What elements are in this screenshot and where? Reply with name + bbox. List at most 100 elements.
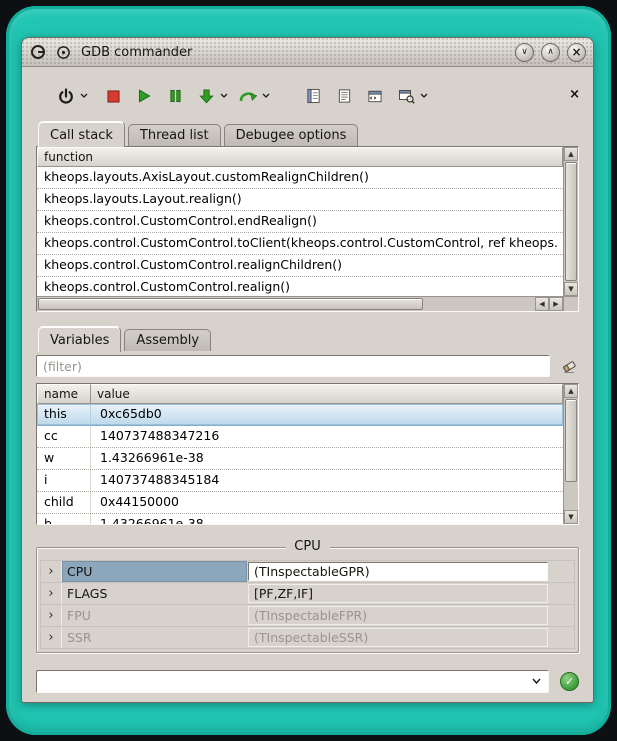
shade-button[interactable]: ∨ <box>515 43 534 62</box>
stop-icon <box>107 90 120 103</box>
listing-button[interactable] <box>332 84 356 108</box>
variable-name: i <box>37 470 91 491</box>
source-window-button[interactable] <box>363 84 387 108</box>
scroll-track[interactable] <box>37 297 535 311</box>
scroll-up-icon[interactable]: ▲ <box>564 384 578 398</box>
expander-icon[interactable]: › <box>41 584 61 603</box>
dock-close-button[interactable]: × <box>569 88 580 101</box>
tab-variables[interactable]: Variables <box>38 326 121 352</box>
call-stack-row[interactable]: kheops.control.CustomControl.endRealign(… <box>37 211 563 233</box>
filter-input[interactable] <box>36 355 550 377</box>
command-row: ✓ <box>36 670 579 693</box>
cpu-register-group[interactable]: FPU <box>61 605 247 626</box>
cpu-gutter <box>548 561 574 582</box>
expander-icon[interactable]: › <box>41 628 61 647</box>
cpu-gutter <box>548 627 574 648</box>
cpu-row[interactable]: › CPU <box>41 561 574 582</box>
tab-thread-list[interactable]: Thread list <box>128 124 221 146</box>
value-column-header[interactable]: value <box>91 384 563 404</box>
close-button[interactable]: × <box>567 43 586 62</box>
cpu-row[interactable]: › FLAGS [PF,ZF,IF] <box>41 583 574 604</box>
scroll-up-icon[interactable]: ▲ <box>564 147 578 161</box>
variable-name: this <box>37 404 91 425</box>
scroll-thumb[interactable] <box>565 162 577 281</box>
cpu-register-group[interactable]: SSR <box>61 627 247 648</box>
step-into-button[interactable] <box>194 84 229 108</box>
call-stack-horizontal-scrollbar[interactable]: ◀ ▶ <box>37 296 563 311</box>
variable-row[interactable]: w 1.43266961e-38 <box>37 448 563 470</box>
green-down-arrow-icon <box>194 84 218 108</box>
variable-row[interactable]: cc 140737488347216 <box>37 426 563 448</box>
variable-value: 0x44150000 <box>91 492 563 513</box>
scroll-track[interactable] <box>564 161 578 282</box>
pause-button[interactable] <box>163 84 187 108</box>
play-icon <box>137 89 151 103</box>
variable-name: w <box>37 448 91 469</box>
variable-name: b <box>37 514 91 524</box>
variable-value: 140737488347216 <box>91 426 563 447</box>
gdb-command-input[interactable] <box>37 671 524 692</box>
variable-value: 1.43266961e-38 <box>91 514 563 524</box>
cpu-value-cell: (TInspectableFPR) <box>248 606 548 625</box>
variable-row[interactable]: child 0x44150000 <box>37 492 563 514</box>
gdb-commander-window: GDB commander ∨ ∧ × × <box>21 37 594 703</box>
titlebar[interactable]: GDB commander ∨ ∧ × <box>22 38 593 67</box>
call-stack-row[interactable]: kheops.control.CustomControl.realign() <box>37 277 563 296</box>
window-code-icon <box>367 89 383 104</box>
debug-toolbar <box>36 83 579 109</box>
cpu-row[interactable]: › FPU (TInspectableFPR) <box>41 605 574 626</box>
gdb-command-combobox[interactable] <box>36 670 549 693</box>
inspect-window-button[interactable] <box>394 84 429 108</box>
variable-row[interactable]: i 140737488345184 <box>37 470 563 492</box>
call-stack-vertical-scrollbar[interactable]: ▲ ▼ <box>563 147 578 296</box>
expander-icon[interactable]: › <box>41 562 61 581</box>
step-over-dropdown-icon[interactable] <box>261 93 271 99</box>
maximize-button[interactable]: ∧ <box>541 43 560 62</box>
send-command-button[interactable]: ✓ <box>560 672 579 691</box>
cpu-register-group[interactable]: FLAGS <box>61 583 247 604</box>
scroll-down-icon[interactable]: ▼ <box>564 510 578 524</box>
power-dropdown-icon[interactable] <box>79 93 89 99</box>
stop-button[interactable] <box>101 84 125 108</box>
call-stack-row[interactable]: kheops.layouts.Layout.realign() <box>37 189 563 211</box>
expander-icon[interactable]: › <box>41 606 61 625</box>
power-button[interactable] <box>54 84 89 108</box>
combobox-dropdown-icon[interactable] <box>524 678 548 685</box>
call-stack-row[interactable]: kheops.control.CustomControl.realignChil… <box>37 255 563 277</box>
step-over-button[interactable] <box>236 84 271 108</box>
cpu-register-group[interactable]: CPU <box>61 561 247 582</box>
function-column-header[interactable]: function <box>37 147 563 167</box>
variable-row[interactable]: b 1.43266961e-38 <box>37 514 563 524</box>
variable-row[interactable]: this 0xc65db0 <box>37 404 563 426</box>
cpu-row[interactable]: › SSR (TInspectableSSR) <box>41 627 574 648</box>
variables-list: name value this 0xc65db0 cc 140737488347… <box>37 384 563 524</box>
cpu-value-cell: (TInspectableSSR) <box>248 628 548 647</box>
tab-call-stack[interactable]: Call stack <box>38 121 125 147</box>
scrollbar-corner <box>563 296 578 311</box>
log-button[interactable] <box>301 84 325 108</box>
variable-value: 1.43266961e-38 <box>91 448 563 469</box>
call-stack-row[interactable]: kheops.layouts.AxisLayout.customRealignC… <box>37 167 563 189</box>
scroll-right-icon[interactable]: ▶ <box>549 297 563 311</box>
variables-vertical-scrollbar[interactable]: ▲ ▼ <box>563 384 578 524</box>
tab-assembly[interactable]: Assembly <box>124 329 211 351</box>
scroll-thumb[interactable] <box>565 399 577 482</box>
inspect-dropdown-icon[interactable] <box>419 93 429 99</box>
app-icon <box>29 43 47 61</box>
scroll-track[interactable] <box>564 398 578 510</box>
scroll-left-icon[interactable]: ◀ <box>535 297 549 311</box>
variable-value: 0xc65db0 <box>91 404 563 425</box>
tab-debugee-options[interactable]: Debugee options <box>224 124 359 146</box>
scroll-thumb[interactable] <box>38 298 423 310</box>
variable-name: child <box>37 492 91 513</box>
name-column-header[interactable]: name <box>37 384 91 404</box>
filter-clear-button[interactable] <box>559 356 579 376</box>
step-into-dropdown-icon[interactable] <box>219 93 229 99</box>
call-stack-row[interactable]: kheops.control.CustomControl.toClient(kh… <box>37 233 563 255</box>
run-button[interactable] <box>132 84 156 108</box>
window-menu-icon[interactable] <box>54 43 72 61</box>
cpu-value-input[interactable] <box>248 562 548 581</box>
cpu-panel-title: CPU <box>285 539 329 554</box>
power-icon <box>54 84 78 108</box>
scroll-down-icon[interactable]: ▼ <box>564 282 578 296</box>
